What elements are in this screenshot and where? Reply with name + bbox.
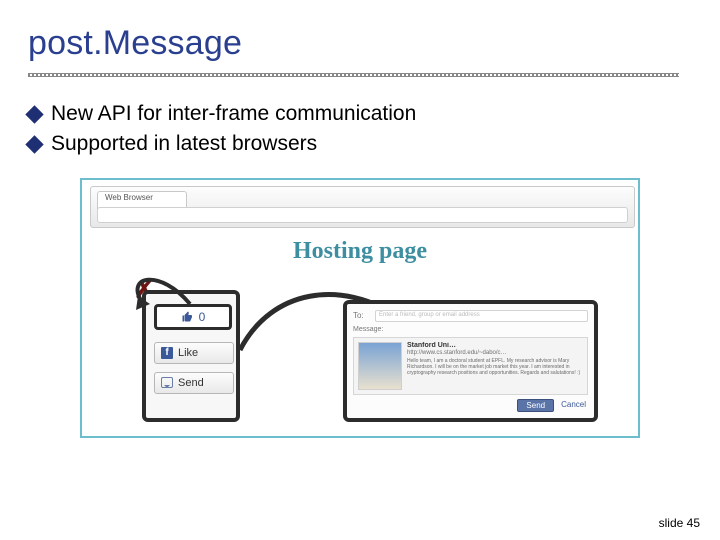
speech-bubble-icon [161, 377, 173, 388]
share-blurb: Hello team, I am a doctoral student at E… [407, 359, 583, 376]
bullet-marker-icon [25, 105, 43, 123]
send-button[interactable]: Send [154, 372, 234, 394]
like-button-label: Like [178, 347, 198, 359]
to-field[interactable]: Enter a friend, group or email address [375, 310, 588, 322]
share-dialog-frame: To: Enter a friend, group or email addre… [343, 300, 598, 422]
message-label: Message: [353, 326, 588, 333]
share-preview-card: Stanford Uni… http://www.cs.stanford.edu… [353, 337, 588, 395]
bullet-item: Supported in latest browsers [28, 129, 692, 159]
slide-number: slide 45 [659, 516, 700, 530]
bullet-text: New API for inter-frame communication [51, 99, 416, 129]
browser-tab-label: Web Browser [105, 193, 153, 202]
to-placeholder: Enter a friend, group or email address [379, 312, 480, 318]
to-label: To: [353, 311, 369, 320]
share-site-name: Stanford Uni… [407, 342, 583, 350]
dialog-button-row: Send Cancel [353, 399, 588, 412]
illustration-panel: Web Browser Hosting page ✗ ✗ 0 f Like Se… [80, 178, 640, 438]
slide-title: post.Message [28, 24, 692, 63]
to-row: To: Enter a friend, group or email addre… [353, 310, 588, 322]
share-thumbnail [358, 342, 402, 390]
slide: post.Message New API for inter-frame com… [0, 0, 720, 540]
dialog-cancel-link[interactable]: Cancel [559, 399, 588, 412]
share-text: Stanford Uni… http://www.cs.stanford.edu… [407, 342, 583, 390]
like-button[interactable]: f Like [154, 342, 234, 364]
facebook-f-icon: f [161, 347, 173, 359]
address-bar [97, 207, 628, 223]
bullet-list: New API for inter-frame communication Su… [28, 99, 692, 160]
bullet-marker-icon [25, 135, 43, 153]
dialog-send-button[interactable]: Send [517, 399, 554, 412]
loop-arrow-icon [120, 258, 230, 318]
title-divider [28, 73, 679, 77]
bullet-item: New API for inter-frame communication [28, 99, 692, 129]
browser-chrome: Web Browser [90, 186, 635, 228]
bullet-text: Supported in latest browsers [51, 129, 317, 159]
send-button-label: Send [178, 377, 204, 389]
share-url: http://www.cs.stanford.edu/~dabo/c… [407, 350, 583, 357]
